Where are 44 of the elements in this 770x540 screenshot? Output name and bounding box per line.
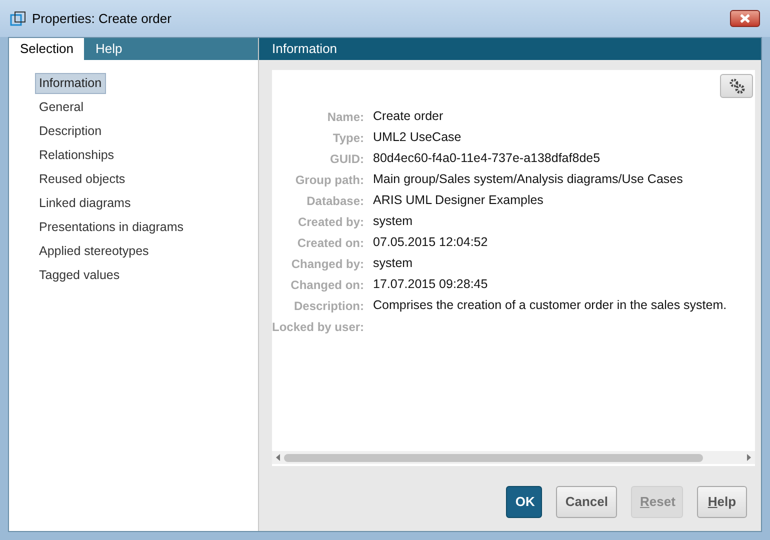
nav-item[interactable]: Relationships (35, 145, 118, 166)
field-value: ARIS UML Designer Examples (373, 192, 544, 210)
close-icon (739, 14, 751, 23)
field-label: Description: (292, 298, 364, 314)
field-value: Main group/Sales system/Analysis diagrams/Use Cases (373, 171, 683, 188)
field-value: system (373, 255, 413, 272)
nav-item[interactable]: Description (35, 121, 106, 142)
field-label: Created on: (296, 234, 364, 252)
field-label: Name: (326, 108, 364, 126)
field-label: Group path: (294, 172, 364, 188)
horizontal-scrollbar[interactable] (272, 451, 755, 464)
scrollbar-thumb[interactable] (284, 454, 703, 462)
gears-icon (728, 78, 746, 94)
window-icon (10, 10, 26, 26)
ok-button[interactable]: OK (506, 486, 542, 518)
dialog-button[interactable]: Cancel (556, 486, 617, 518)
nav-item[interactable]: Presentations in diagrams (35, 217, 188, 238)
field-value: Comprises the creation of a customer order in the sales system. (373, 297, 727, 314)
field-label: GUID: (329, 150, 364, 168)
field-value: 07.05.2015 12:04:52 (373, 234, 488, 252)
nav-item[interactable]: Applied stereotypes (35, 241, 153, 262)
field-label: Changed by: (290, 256, 364, 272)
field-label: Database: (306, 192, 364, 210)
tab[interactable]: Selection (9, 38, 84, 60)
field-label: Created by: (296, 214, 364, 230)
field-value: 80d4ec60-f4a0-11e4-737e-a138dfaf8de5 (373, 150, 600, 168)
nav-item[interactable]: Linked diagrams (35, 193, 135, 214)
nav-item[interactable]: Reused objects (35, 169, 130, 190)
window-title: Properties: Create order (32, 10, 172, 28)
field-value: UML2 UseCase (373, 129, 462, 146)
nav-item[interactable]: Tagged values (35, 265, 124, 286)
field-label: Locked by user: (272, 318, 364, 336)
field-label: Type: (332, 130, 364, 146)
field-value: 17.07.2015 09:28:45 (373, 276, 488, 294)
field-value: system (373, 213, 413, 230)
field-value: Create order (373, 108, 444, 126)
field-label: Changed on: (290, 276, 364, 294)
panel-title: Information (272, 40, 338, 58)
tab[interactable]: Help (84, 38, 134, 60)
nav-item[interactable]: Information (35, 73, 106, 94)
close-button[interactable] (730, 10, 760, 27)
nav-item[interactable]: General (35, 97, 88, 118)
dialog-button[interactable]: Help (697, 486, 747, 518)
settings-button[interactable] (720, 74, 753, 98)
